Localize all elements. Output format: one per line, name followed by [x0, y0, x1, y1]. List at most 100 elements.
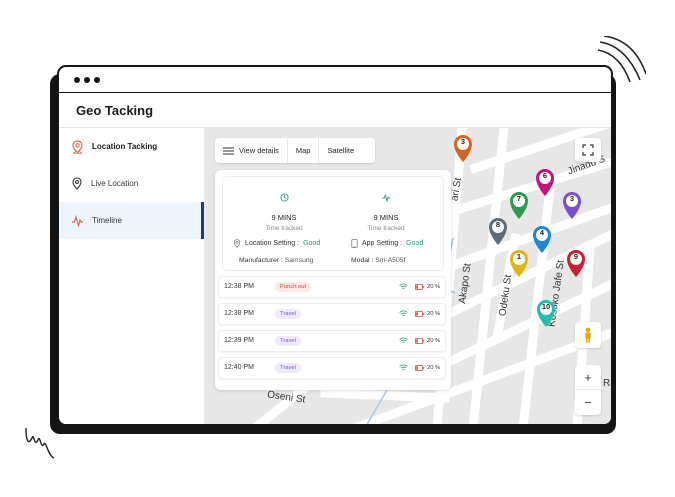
- wifi-icon: [399, 364, 408, 370]
- zoom-out-button[interactable]: −: [575, 390, 601, 415]
- map-pin[interactable]: 4: [531, 224, 553, 254]
- tab-view-details[interactable]: View details: [215, 138, 288, 163]
- setting-label: App Setting :: [362, 240, 403, 247]
- stat-label: Time tracked: [367, 225, 405, 232]
- app-setting: App Setting : Good: [351, 239, 423, 248]
- battery-percent: 20 %: [427, 365, 441, 371]
- app-header: Geo Tacking: [59, 93, 611, 128]
- setting-label: Location Setting :: [245, 240, 300, 247]
- decorative-squiggle: [25, 427, 55, 459]
- tab-label: Map: [295, 146, 311, 155]
- app-window: Geo Tacking Location Tacking Live Locati…: [57, 65, 613, 426]
- map-pin[interactable]: 3: [452, 133, 474, 163]
- setting-value: Good: [406, 240, 424, 247]
- battery-icon: [415, 365, 424, 371]
- status-badge: Travel: [275, 363, 301, 373]
- zoom-in-button[interactable]: +: [575, 365, 601, 390]
- pin-number: 9: [573, 252, 579, 261]
- sidebar-item-live-location[interactable]: Live Location: [59, 165, 204, 202]
- window-dot: [74, 76, 80, 83]
- window-dot: [94, 76, 100, 83]
- zoom-controls: + −: [575, 365, 601, 415]
- tab-satellite[interactable]: Satellite: [319, 138, 362, 163]
- status-badge: Travel: [275, 336, 301, 346]
- clock-icon: [279, 193, 289, 202]
- wifi-icon: [399, 310, 408, 316]
- battery-percent: 20 %: [427, 284, 441, 290]
- stat-value: 9 MINS: [271, 213, 297, 222]
- sidebar-item-label: Live Location: [91, 179, 139, 188]
- activity-pulse-icon: [72, 214, 83, 227]
- pin-number: 10: [541, 302, 551, 311]
- battery-icon: [415, 284, 424, 290]
- sidebar-item-timeline[interactable]: Timeline: [59, 202, 204, 239]
- sidebar-item-label: Location Tacking: [92, 142, 158, 151]
- pin-number: 3: [569, 194, 575, 203]
- tab-label: Satellite: [327, 146, 355, 155]
- timeline-row[interactable]: 12:38 PM Travel 20 %: [218, 303, 446, 325]
- activity-icon: [382, 193, 390, 203]
- tracking-summary: 9 MINS Time tracked 9 MINS Time tracked …: [222, 176, 444, 271]
- time-tracked-stat: 9 MINS Time tracked: [239, 189, 329, 232]
- map-pin[interactable]: 1: [508, 248, 530, 278]
- street-view-button[interactable]: [575, 322, 601, 348]
- fullscreen-button[interactable]: [575, 138, 601, 162]
- sidebar: Location Tacking Live Location Timeline: [59, 128, 205, 424]
- battery-icon: [415, 338, 424, 344]
- location-setting: Location Setting : Good: [233, 239, 320, 248]
- location-marker-icon: [72, 177, 82, 190]
- timeline-time: 12:39 PM: [224, 337, 254, 344]
- timeline-time: 12:40 PM: [224, 364, 254, 371]
- pin-number: 1: [516, 252, 522, 261]
- pin-number: 4: [539, 228, 545, 237]
- sidebar-item-label: Timeline: [92, 216, 122, 225]
- timeline-row[interactable]: 12:40 PM Travel 20 %: [218, 357, 446, 379]
- map-view-tabs: View details Map Satellite: [215, 138, 375, 163]
- phone-icon: [351, 239, 358, 248]
- stat-value: 9 MINS: [373, 213, 399, 222]
- app-title: Geo Tacking: [76, 102, 154, 118]
- status-badge: Travel: [275, 309, 301, 319]
- map-pin[interactable]: 9: [565, 248, 587, 278]
- menu-icon: [223, 147, 234, 154]
- tab-label: View details: [239, 146, 279, 155]
- battery-percent: 20 %: [427, 311, 441, 317]
- timeline-details-card: 9 MINS Time tracked 9 MINS Time tracked …: [215, 170, 451, 390]
- meta-value: Samsung: [284, 257, 314, 264]
- timeline-time: 12:38 PM: [224, 283, 254, 290]
- setting-value: Good: [303, 240, 321, 247]
- time-tracked-stat: 9 MINS Time tracked: [341, 189, 431, 232]
- modal-info: Modal : Sm-A505f: [351, 257, 405, 264]
- meta-label: Manufacturer :: [239, 257, 283, 264]
- street-label: Ra: [603, 378, 611, 389]
- meta-value: Sm-A505f: [375, 257, 406, 264]
- map-pin[interactable]: 7: [508, 190, 530, 220]
- battery-percent: 20 %: [427, 338, 441, 344]
- wifi-icon: [399, 283, 408, 289]
- meta-label: Modal :: [351, 257, 374, 264]
- timeline-row[interactable]: 12:39 PM Travel 20 %: [218, 330, 446, 352]
- location-pin-icon: [72, 139, 83, 154]
- pegman-icon: [585, 327, 591, 343]
- map-view[interactable]: ari St Jinadu S Akapo St Odeku St Kosoko…: [205, 128, 611, 424]
- timeline-row[interactable]: 12:38 PM Punch out 20 %: [218, 276, 446, 298]
- pin-number: 8: [495, 220, 501, 229]
- map-pin[interactable]: 3: [561, 190, 583, 220]
- pin-number: 6: [542, 171, 548, 180]
- battery-icon: [415, 311, 424, 317]
- timeline-time: 12:38 PM: [224, 310, 254, 317]
- pin-number: 7: [516, 194, 522, 203]
- tab-map[interactable]: Map: [288, 138, 320, 163]
- stat-label: Time tracked: [265, 225, 303, 232]
- sidebar-item-location-tacking[interactable]: Location Tacking: [59, 128, 204, 165]
- map-pin[interactable]: 8: [487, 216, 509, 246]
- map-pin[interactable]: 10: [535, 298, 557, 328]
- status-badge: Punch out: [275, 282, 312, 292]
- location-pin-icon: [233, 239, 241, 248]
- map-pin[interactable]: 6: [534, 167, 556, 197]
- window-dot: [84, 76, 90, 83]
- window-titlebar: [59, 67, 611, 93]
- manufacturer-info: Manufacturer : Samsung: [239, 257, 313, 264]
- fullscreen-icon: [582, 144, 594, 156]
- wifi-icon: [399, 337, 408, 343]
